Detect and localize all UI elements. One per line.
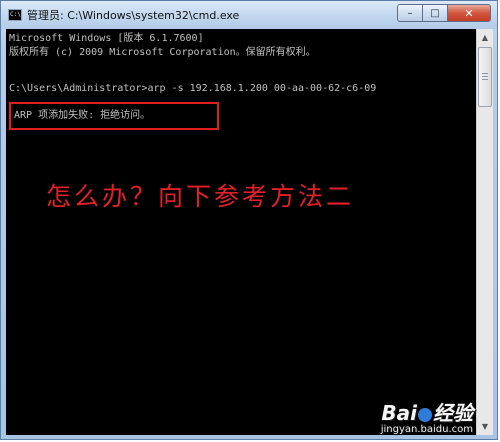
title-bar[interactable]: C:\ 管理员: C:\Windows\system32\cmd.exe – □… <box>1 1 497 29</box>
window-controls: – □ ✕ <box>397 4 491 24</box>
watermark-site: jingyan.baidu.com <box>380 424 473 435</box>
console-output[interactable]: Microsoft Windows [版本 6.1.7600] 版权所有 (c)… <box>6 29 476 435</box>
maximize-button[interactable]: □ <box>423 4 448 22</box>
console-line-command: C:\Users\Administrator>arp -s 192.168.1.… <box>9 83 377 94</box>
console-line-error: ARP 项添加失败: 拒绝访问。 <box>14 110 151 121</box>
window-title: 管理员: C:\Windows\system32\cmd.exe <box>27 9 240 22</box>
console-line-copyright: 版权所有 (c) 2009 Microsoft Corporation。保留所有… <box>9 47 316 58</box>
maximize-icon: □ <box>430 7 440 19</box>
minimize-icon: – <box>407 7 413 19</box>
cmd-icon[interactable]: C:\ <box>8 9 22 21</box>
minimize-button[interactable]: – <box>397 4 423 22</box>
annotation-text: 怎么办？向下参考方法二 <box>46 182 355 211</box>
scroll-down-arrow-icon[interactable]: ▼ <box>477 418 493 435</box>
watermark-logo: Bai 经验 <box>381 401 473 425</box>
close-button[interactable]: ✕ <box>448 4 491 22</box>
cmd-window: C:\ 管理员: C:\Windows\system32\cmd.exe – □… <box>0 0 498 440</box>
vertical-scrollbar[interactable]: ▲ ▼ <box>476 29 493 435</box>
baidu-jingyan-watermark: Bai 经验 jingyan.baidu.com <box>381 403 473 435</box>
console-line-version: Microsoft Windows [版本 6.1.7600] <box>9 33 204 44</box>
scrollbar-thumb[interactable] <box>478 47 492 107</box>
paw-icon <box>418 407 432 422</box>
scroll-up-arrow-icon[interactable]: ▲ <box>477 29 493 46</box>
close-icon: ✕ <box>464 6 474 20</box>
